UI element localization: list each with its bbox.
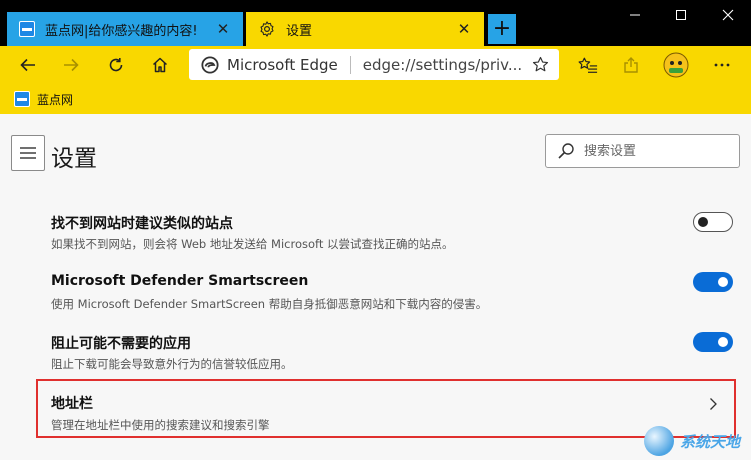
setting-title: Microsoft Defender Smartscreen [51, 273, 309, 289]
site-identity: Microsoft Edge [227, 55, 338, 74]
smartscreen-toggle[interactable] [693, 272, 733, 292]
chevron-right-icon [710, 398, 717, 410]
setting-title: 阻止可能不需要的应用 [51, 336, 191, 352]
setting-description: 管理在地址栏中使用的搜索建议和搜索引擎 [51, 418, 270, 432]
close-window-button[interactable] [705, 0, 751, 30]
settings-menu-button[interactable] [11, 135, 45, 171]
url-text[interactable]: edge://settings/priv... [363, 56, 527, 74]
favorites-list-icon [578, 57, 598, 73]
share-button[interactable] [615, 49, 647, 81]
setting-description: 阻止下载可能会导致意外行为的信誉较低应用。 [51, 357, 293, 371]
plus-icon: + [492, 16, 512, 41]
page-title: 设置 [51, 146, 97, 172]
watermark-text: 系统天地 [680, 432, 741, 451]
settings-search-box[interactable] [545, 134, 740, 168]
setting-row-block-pua: 阻止可能不需要的应用 阻止下载可能会导致意外行为的信誉较低应用。 [36, 325, 736, 381]
tab-landian[interactable]: 蓝点网|给你感兴趣的内容! ✕ [7, 12, 243, 46]
block-pua-toggle[interactable] [693, 332, 733, 352]
search-input[interactable] [584, 143, 734, 159]
address-divider [349, 55, 351, 74]
refresh-button[interactable] [100, 49, 132, 81]
refresh-icon [109, 58, 123, 72]
setting-row-smartscreen: Microsoft Defender Smartscreen 使用 Micros… [36, 265, 736, 321]
add-favorite-button[interactable] [527, 52, 553, 78]
favorite-label: 蓝点网 [37, 92, 74, 107]
share-icon [624, 57, 638, 73]
minimize-button[interactable] [612, 0, 658, 30]
home-icon [152, 57, 168, 73]
watermark: 系统天地 [644, 422, 751, 460]
maximize-button[interactable] [658, 0, 704, 30]
edge-logo-icon [201, 55, 219, 74]
back-arrow-icon [20, 58, 35, 72]
profile-avatar-icon [663, 52, 689, 78]
setting-title: 地址栏 [51, 396, 93, 412]
forward-arrow-icon [64, 58, 79, 72]
favorites-bar: 蓝点网 [0, 84, 751, 114]
setting-description: 如果找不到网站，则会将 Web 地址发送给 Microsoft 以尝试查找正确的… [51, 237, 454, 251]
typo-suggestions-toggle[interactable] [693, 212, 733, 232]
hamburger-icon [20, 147, 36, 159]
tab-settings[interactable]: 设置 ✕ [246, 12, 484, 46]
search-icon [558, 143, 574, 159]
tab-close-button[interactable]: ✕ [452, 17, 476, 41]
gear-icon [258, 20, 276, 38]
setting-title: 找不到网站时建议类似的站点 [51, 216, 233, 232]
landian-favicon-icon [19, 21, 35, 37]
new-tab-button[interactable]: + [488, 14, 516, 44]
more-menu-button[interactable] [706, 49, 738, 81]
forward-button[interactable] [55, 49, 87, 81]
landian-favicon-icon [14, 91, 30, 107]
address-bar[interactable]: Microsoft Edge edge://settings/priv... [189, 49, 559, 80]
more-icon [714, 63, 730, 67]
watermark-globe-icon [644, 426, 674, 456]
title-bar: 蓝点网|给你感兴趣的内容! ✕ 设置 ✕ + [0, 0, 751, 46]
star-icon [532, 56, 548, 72]
setting-row-typo-suggestions: 找不到网站时建议类似的站点 如果找不到网站，则会将 Web 地址发送给 Micr… [36, 205, 736, 261]
close-icon [722, 9, 734, 21]
tab-title: 蓝点网|给你感兴趣的内容! [45, 23, 198, 39]
setting-row-address-bar[interactable]: 地址栏 管理在地址栏中使用的搜索建议和搜索引擎 [36, 379, 736, 438]
tab-close-button[interactable]: ✕ [211, 17, 235, 41]
back-button[interactable] [12, 49, 44, 81]
minimize-icon [630, 14, 640, 16]
favorite-landian[interactable]: 蓝点网 [14, 90, 73, 108]
maximize-icon [676, 10, 686, 20]
tab-title: 设置 [286, 23, 313, 39]
navigation-toolbar: Microsoft Edge edge://settings/priv... [0, 46, 751, 84]
setting-description: 使用 Microsoft Defender SmartScreen 帮助自身抵御… [51, 297, 488, 311]
profile-button[interactable] [660, 49, 692, 81]
home-button[interactable] [144, 49, 176, 81]
favorites-button[interactable] [572, 49, 604, 81]
